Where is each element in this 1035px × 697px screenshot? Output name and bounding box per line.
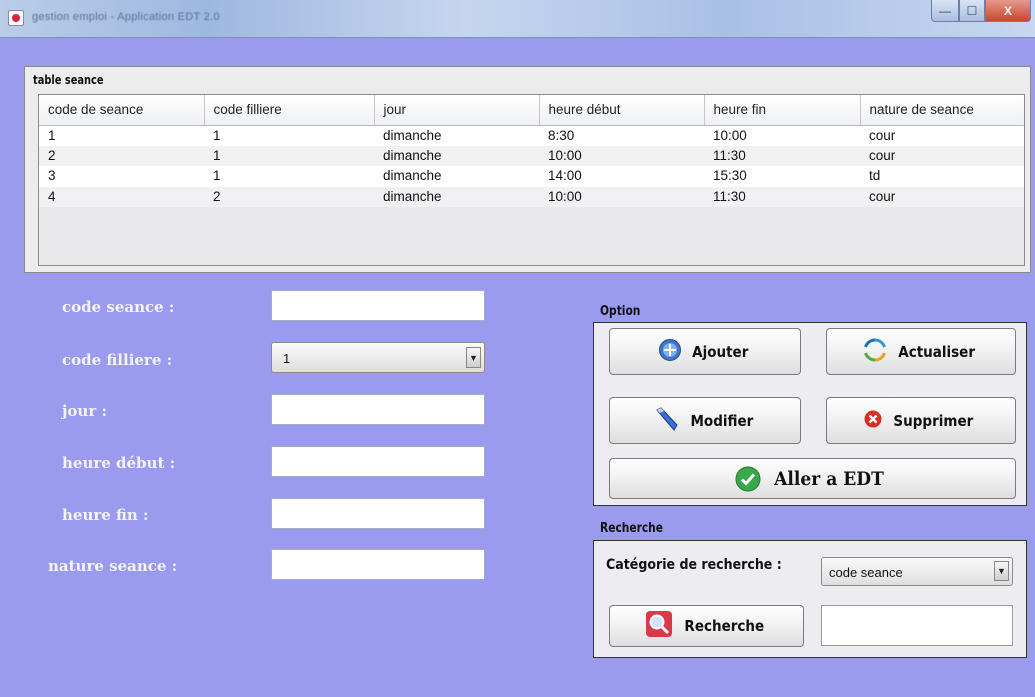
code-seance-label: code seance : [62,298,175,316]
close-button[interactable]: X [985,0,1031,22]
recherche-input[interactable] [821,605,1013,646]
minimize-button[interactable]: — [931,0,959,22]
heure-fin-label: heure fin : [62,506,149,524]
modifier-button[interactable]: Modifier [609,397,801,444]
refresh-icon [863,338,887,366]
categorie-select[interactable]: code seance ▼ [821,557,1013,586]
categorie-value: code seance [829,565,903,580]
table-cell: 10:00 [539,186,704,207]
table-row[interactable]: 2 1 dimanche 10:00 11:30 cour [39,145,1024,166]
table-cell: cour [860,186,1024,207]
categorie-label: Catégorie de recherche : [606,557,782,573]
table-cell: 8:30 [539,125,704,146]
table-cell: 1 [39,125,204,146]
column-header[interactable]: heure fin [704,95,861,126]
maximize-button[interactable]: ☐ [959,0,985,22]
table-cell: 1 [204,145,374,166]
table-cell: 10:00 [704,125,860,146]
table-cell: cour [860,145,1024,166]
table-cell: 2 [39,145,204,166]
table-row[interactable]: 3 1 dimanche 14:00 15:30 td [39,166,1024,187]
window-controls: — ☐ X [931,0,1031,22]
recherche-button[interactable]: Recherche [609,605,804,647]
code-filliere-label: code filliere : [62,351,173,369]
globe-add-icon [658,338,682,366]
aller-edt-button[interactable]: Aller a EDT [609,458,1016,499]
table-cell: cour [860,125,1024,146]
modifier-label: Modifier [690,411,753,430]
magnifier-icon [645,610,673,642]
chevron-down-icon[interactable]: ▼ [466,347,481,368]
actualiser-button[interactable]: Actualiser [826,328,1016,375]
option-panel-title: Option [600,304,641,319]
minimize-icon: — [939,3,951,18]
table-cell: 1 [204,166,374,187]
chevron-down-icon[interactable]: ▼ [994,561,1009,581]
nature-seance-input[interactable] [271,549,485,580]
code-filliere-value: 1 [283,351,291,366]
recherche-panel-title: Recherche [600,521,663,536]
recherche-button-label: Recherche [684,617,764,635]
red-x-icon [864,410,882,432]
table-cell: td [860,166,1024,187]
window-title: gestion emploi - Application EDT 2.0 [32,11,220,23]
seance-table[interactable]: code de seance code filliere jour heure … [39,95,1024,207]
table-header-row: code de seance code filliere jour heure … [39,95,1024,126]
table-cell: 14:00 [539,166,704,187]
seance-table-scrollpane[interactable]: code de seance code filliere jour heure … [38,94,1025,266]
column-header[interactable]: nature de seance [860,95,1024,126]
jour-label: jour : [62,402,107,420]
table-cell: 2 [204,186,374,207]
table-cell: 11:30 [704,186,860,207]
pen-icon [654,406,680,436]
recherche-panel: Catégorie de recherche : code seance ▼ R… [593,540,1027,658]
table-cell: 4 [39,186,204,207]
table-row[interactable]: 1 1 dimanche 8:30 10:00 cour [39,125,1024,146]
ajouter-button[interactable]: Ajouter [609,328,801,375]
option-panel: Ajouter Actualiser Modifier Supprimer Al… [593,322,1027,506]
column-header[interactable]: code filliere [204,95,375,126]
column-header[interactable]: jour [374,95,540,126]
table-cell: 10:00 [539,145,704,166]
heure-debut-label: heure début : [62,454,176,472]
code-filliere-select[interactable]: 1 ▼ [271,342,485,373]
jour-input[interactable] [271,394,485,425]
java-app-icon [8,10,24,26]
table-cell: 15:30 [704,166,860,187]
nature-seance-label: nature seance : [48,557,178,575]
column-header[interactable]: heure début [539,95,705,126]
table-row[interactable]: 4 2 dimanche 10:00 11:30 cour [39,186,1024,207]
table-seance-panel: table seance code de seance code fillier… [24,66,1031,273]
heure-fin-input[interactable] [271,498,485,529]
heure-debut-input[interactable] [271,446,485,477]
supprimer-label: Supprimer [893,411,974,430]
title-bar: gestion emploi - Application EDT 2.0 — ☐… [0,0,1035,38]
ajouter-label: Ajouter [692,342,749,361]
table-cell: dimanche [374,125,539,146]
table-cell: dimanche [374,166,539,187]
table-cell: 11:30 [704,145,860,166]
supprimer-button[interactable]: Supprimer [826,397,1016,444]
code-seance-input[interactable] [271,290,485,321]
close-icon: X [1003,3,1012,18]
table-cell: 1 [204,125,374,146]
table-cell: 3 [39,166,204,187]
column-header[interactable]: code de seance [39,95,205,126]
table-cell: dimanche [374,145,539,166]
maximize-icon: ☐ [966,3,978,18]
table-seance-caption: table seance [33,73,104,87]
green-check-icon [735,466,761,497]
aller-edt-label: Aller a EDT [774,467,884,490]
actualiser-label: Actualiser [898,342,975,361]
table-cell: dimanche [374,186,539,207]
